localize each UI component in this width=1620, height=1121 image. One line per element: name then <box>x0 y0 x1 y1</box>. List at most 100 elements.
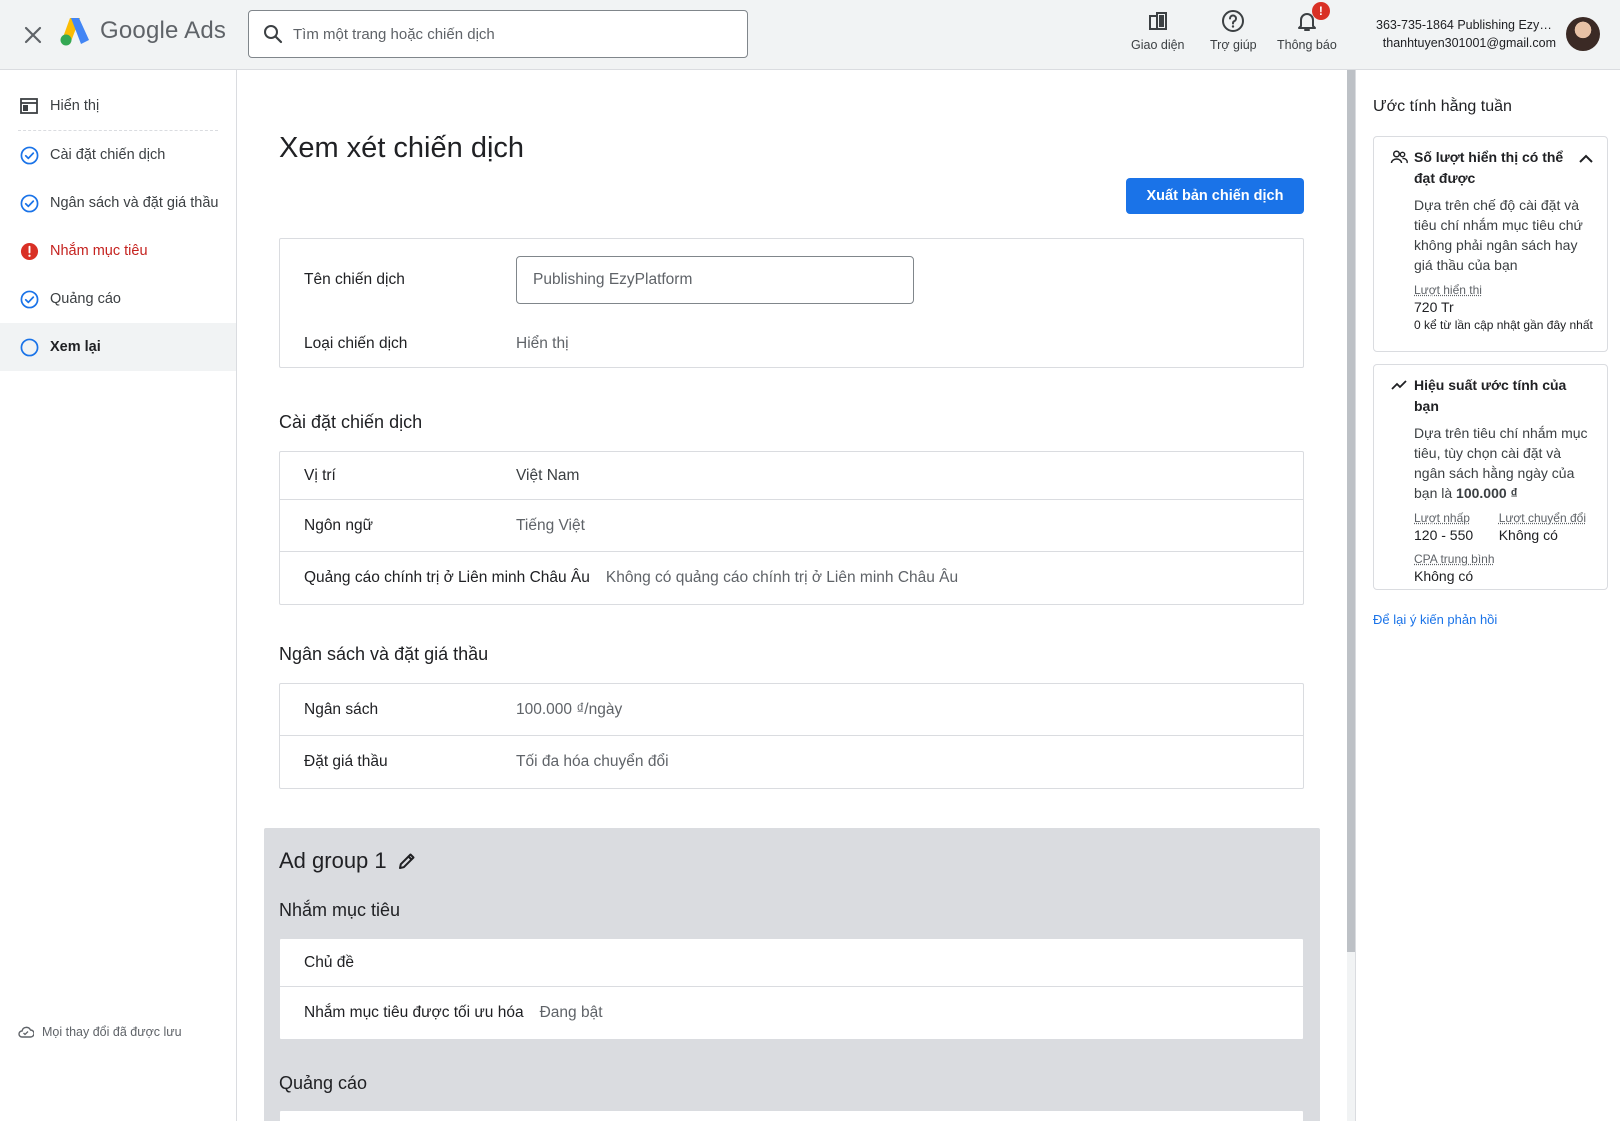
clicks-label[interactable]: Lượt nhấp <box>1414 511 1499 526</box>
topics-row[interactable]: Chủ đề <box>280 939 1303 987</box>
eu-political-ads-row[interactable]: Quảng cáo chính trị ở Liên minh Châu Âu … <box>280 552 1303 604</box>
help-icon <box>1222 10 1245 32</box>
edit-pencil-icon[interactable] <box>397 851 417 871</box>
saved-status: Mọi thay đổi đã được lưu <box>18 1025 182 1039</box>
targeting-section-title: Nhắm mục tiêu <box>279 900 401 920</box>
bidding-row[interactable]: Đặt giá thầu Tối đa hóa chuyển đổi <box>280 736 1303 788</box>
settings-card: Vị trí Việt Nam Ngôn ngữ Tiếng Việt Quản… <box>279 451 1304 605</box>
nav-item-display[interactable]: Hiển thị <box>0 82 236 130</box>
left-navigation: Hiển thị Cài đặt chiến dịch Ngân sách và… <box>0 70 237 1121</box>
check-circle-icon <box>20 194 38 212</box>
campaign-name-label: Tên chiến dịch <box>304 271 405 288</box>
feedback-link[interactable]: Để lại ý kiến phản hồi <box>1373 612 1497 627</box>
targeting-card: Chủ đề Nhắm mục tiêu được tối ưu hóa Đan… <box>279 938 1304 1040</box>
impressions-note: 0 kể từ lần cập nhật gần đây nhất <box>1414 318 1593 332</box>
empty-circle-icon <box>20 338 38 356</box>
language-label: Ngôn ngữ <box>304 516 373 534</box>
right-panel: Ước tính hằng tuần Số lượt hiển thị có t… <box>1355 70 1620 1121</box>
account-email: thanhtuyen301001@gmail.com <box>1382 36 1556 50</box>
google-ads-logo-icon <box>60 18 89 46</box>
budget-value: 100.000 ₫/ngày <box>516 700 623 718</box>
performance-card-header: Hiệu suất ước tính của bạn <box>1374 365 1607 417</box>
nav-item-label: Nhắm mục tiêu <box>50 243 148 259</box>
appearance-button[interactable]: Giao diện <box>1131 8 1185 52</box>
cloud-done-icon <box>18 1026 34 1038</box>
help-button[interactable]: Trợ giúp <box>1210 8 1257 52</box>
bidding-value: Tối đa hóa chuyển đổi <box>516 753 669 770</box>
reach-card-body: Dựa trên chế độ cài đặt và tiêu chí nhắm… <box>1374 189 1607 333</box>
chevron-up-icon[interactable] <box>1577 150 1595 168</box>
cpa-label[interactable]: CPA trung bình <box>1414 552 1595 567</box>
ad-group-title-row: Ad group 1 <box>279 848 417 874</box>
reach-card-header[interactable]: Số lượt hiển thị có thể đạt được <box>1374 137 1607 189</box>
logo-text: Google Ads <box>100 17 227 44</box>
campaign-type-value: Hiển thị <box>516 335 569 352</box>
nav-item-targeting[interactable]: Nhắm mục tiêu <box>0 227 236 275</box>
budget-row[interactable]: Ngân sách 100.000 ₫/ngày <box>280 684 1303 736</box>
ad-group-title: Ad group 1 <box>279 848 387 873</box>
performance-card-body: Dựa trên tiêu chí nhắm mục tiêu, tùy chọ… <box>1374 417 1607 585</box>
display-icon <box>20 98 38 114</box>
search-box[interactable] <box>248 10 748 58</box>
search-icon <box>264 25 283 44</box>
weekly-estimates-title: Ước tính hằng tuần <box>1373 98 1512 115</box>
budget-card: Ngân sách 100.000 ₫/ngày Đặt giá thầu Tố… <box>279 683 1304 789</box>
performance-description: Dựa trên tiêu chí nhắm mục tiêu, tùy chọ… <box>1414 423 1595 503</box>
google-ads-logo[interactable]: Google Ads <box>58 16 226 46</box>
eu-political-ads-value: Không có quảng cáo chính trị ở Liên minh… <box>605 569 959 586</box>
ads-section-title: Quảng cáo <box>279 1073 368 1093</box>
ads-card <box>279 1110 1304 1121</box>
performance-budget-amount: 100.000 ₫ <box>1456 485 1518 501</box>
saved-text: Mọi thay đổi đã được lưu <box>42 1025 182 1039</box>
trending-up-icon <box>1391 380 1407 390</box>
cpa-value: Không có <box>1414 568 1474 584</box>
conversions-label[interactable]: Lượt chuyển đổi <box>1499 511 1595 526</box>
language-row[interactable]: Ngôn ngữ Tiếng Việt <box>280 500 1303 552</box>
nav-item-ads[interactable]: Quảng cáo <box>0 275 236 323</box>
nav-item-label: Hiển thị <box>50 98 100 114</box>
language-value: Tiếng Việt <box>516 516 585 534</box>
page-title: Xem xét chiến dịch <box>279 132 525 164</box>
performance-card: Hiệu suất ước tính của bạn Dựa trên tiêu… <box>1373 364 1608 590</box>
search-input[interactable] <box>293 25 733 43</box>
nav-item-review[interactable]: Xem lại <box>0 323 236 371</box>
close-button[interactable] <box>18 20 48 50</box>
main-scrollbar-thumb[interactable] <box>1347 70 1355 952</box>
nav-item-label: Cài đặt chiến dịch <box>50 147 166 163</box>
topics-label: Chủ đề <box>304 953 354 971</box>
location-value: Việt Nam <box>516 466 580 484</box>
nav-item-campaign-settings[interactable]: Cài đặt chiến dịch <box>0 131 236 179</box>
campaign-summary-card: Tên chiến dịch Loại chiến dịch Hiển thị <box>279 238 1304 368</box>
notification-badge: ! <box>1311 2 1330 20</box>
nav-item-label: Quảng cáo <box>50 291 121 307</box>
performance-stats: Lượt nhấp 120 - 550 Lượt chuyển đổi Khôn… <box>1414 511 1595 544</box>
budget-label: Ngân sách <box>304 700 379 718</box>
notifications-button[interactable]: ! Thông báo <box>1277 2 1337 52</box>
location-row[interactable]: Vị trí Việt Nam <box>280 452 1303 500</box>
location-label: Vị trí <box>304 466 336 484</box>
check-circle-icon <box>20 146 38 164</box>
avatar[interactable] <box>1566 17 1600 51</box>
publish-campaign-button[interactable]: Xuất bản chiến dịch <box>1126 178 1304 214</box>
impressions-label[interactable]: Lượt hiển thị <box>1414 283 1595 298</box>
nav-item-label: Xem lại <box>50 339 101 355</box>
conversions-value: Không có <box>1498 527 1558 543</box>
optimized-targeting-label: Nhắm mục tiêu được tối ưu hóa <box>304 1004 524 1021</box>
campaign-name-row: Tên chiến dịch <box>280 239 1303 321</box>
nav-item-budget-bidding[interactable]: Ngân sách và đặt giá thầu <box>0 179 236 227</box>
people-icon <box>1390 150 1408 164</box>
account-name: 363-735-1864 Publishing EzyP... <box>1376 18 1556 32</box>
help-label: Trợ giúp <box>1210 38 1257 52</box>
campaign-type-row: Loại chiến dịch Hiển thị <box>280 321 1303 367</box>
impressions-value: 720 Tr <box>1414 299 1454 315</box>
account-info[interactable]: 363-735-1864 Publishing EzyP... thanhtuy… <box>1376 16 1556 52</box>
top-bar: Google Ads Giao diện Trợ giúp ! Thông bá… <box>0 0 1620 70</box>
optimized-targeting-value: Đang bật <box>539 1004 603 1021</box>
campaign-name-input[interactable] <box>516 256 914 304</box>
check-circle-icon <box>20 290 38 308</box>
budget-section-title: Ngân sách và đặt giá thầu <box>279 644 489 664</box>
optimized-targeting-row[interactable]: Nhắm mục tiêu được tối ưu hóa Đang bật <box>280 987 1303 1039</box>
error-icon <box>20 242 38 260</box>
settings-section-title: Cài đặt chiến dịch <box>279 412 423 432</box>
reach-description: Dựa trên chế độ cài đặt và tiêu chí nhắm… <box>1414 197 1583 273</box>
